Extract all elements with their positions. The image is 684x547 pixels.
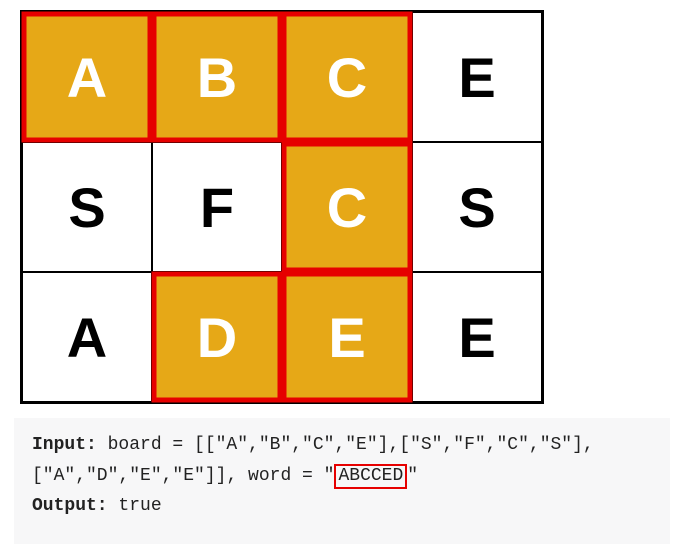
cell-0-3: E — [412, 12, 542, 142]
cell-1-2: C — [282, 142, 412, 272]
cell-0-2: C — [282, 12, 412, 142]
cell-2-1: D — [152, 272, 282, 402]
io-input-line2: ["A","D","E","E"]], word = "ABCCED" — [32, 461, 652, 492]
board-text-line2: ["A","D","E","E"]] — [32, 466, 226, 486]
input-label: Input: — [32, 435, 97, 455]
quote-close: " — [407, 466, 418, 486]
cell-0-0: A — [22, 12, 152, 142]
output-label: Output: — [32, 496, 108, 516]
cell-2-2: E — [282, 272, 412, 402]
cell-1-1: F — [152, 142, 282, 272]
board-grid: ABCESFCSADEE — [20, 10, 544, 404]
cell-2-0: A — [22, 272, 152, 402]
board-text-line1: [["A","B","C","E"],["S","F","C","S"], — [194, 435, 594, 455]
word-value: ABCCED — [334, 464, 407, 490]
word-prefix: , word = — [226, 466, 323, 486]
io-input-line1: Input: board = [["A","B","C","E"],["S","… — [32, 430, 652, 461]
output-value: true — [108, 496, 162, 516]
board-container: ABCESFCSADEE — [20, 10, 550, 404]
quote-open: " — [324, 466, 335, 486]
io-block: Input: board = [["A","B","C","E"],["S","… — [14, 418, 670, 544]
io-output-line: Output: true — [32, 491, 652, 522]
cell-0-1: B — [152, 12, 282, 142]
cell-2-3: E — [412, 272, 542, 402]
cell-1-0: S — [22, 142, 152, 272]
cell-1-3: S — [412, 142, 542, 272]
board-prefix: board = — [97, 435, 194, 455]
